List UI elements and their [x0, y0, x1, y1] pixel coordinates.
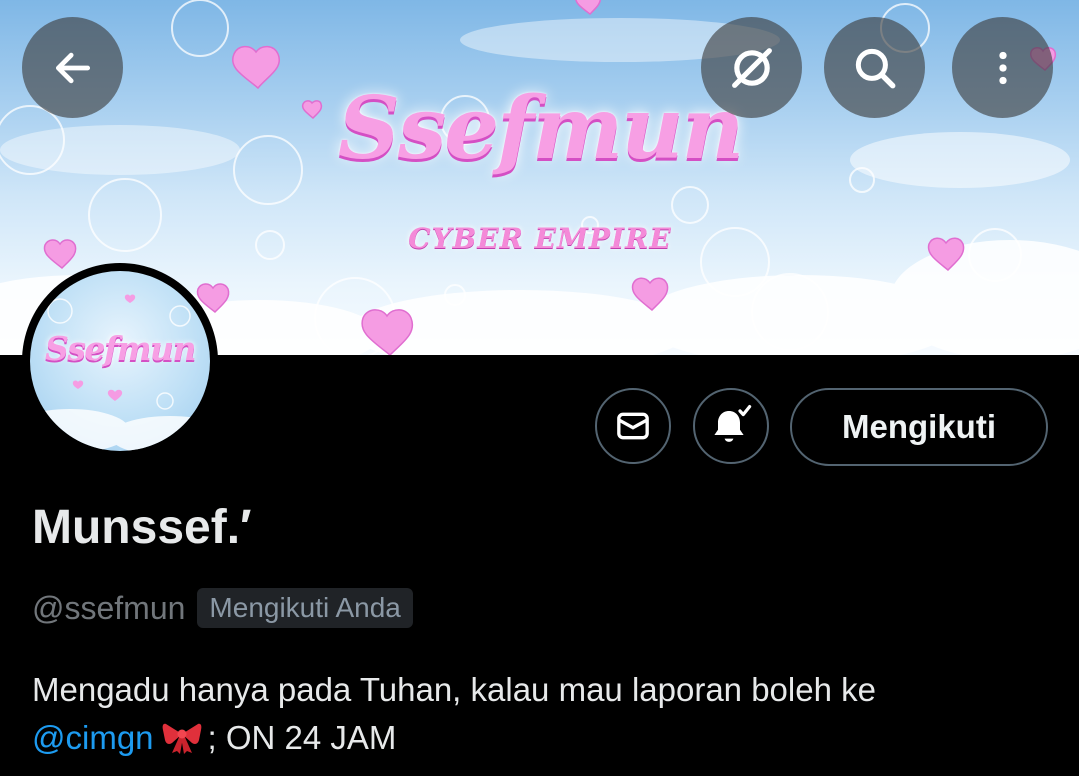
ribbon-icon	[162, 723, 201, 754]
bio-suffix: ; ON 24 JAM	[207, 719, 397, 756]
more-vertical-icon	[998, 51, 1007, 84]
back-button[interactable]	[22, 17, 123, 118]
more-options-button[interactable]	[952, 17, 1053, 118]
notifications-button[interactable]	[693, 388, 769, 464]
username-handle: @ssefmun	[32, 589, 186, 626]
avatar[interactable]: Ssefmun	[22, 263, 218, 459]
banner-subtitle: CYBER EMPIRE	[408, 222, 672, 255]
avatar-image: Ssefmun	[30, 271, 210, 451]
message-button[interactable]	[595, 388, 671, 464]
search-button[interactable]	[824, 17, 925, 118]
following-button[interactable]: Mengikuti	[790, 388, 1048, 466]
avatar-logo-text: Ssefmun	[44, 329, 197, 368]
display-name: Munssef.′	[32, 501, 252, 554]
arrow-left-icon	[55, 52, 90, 83]
bell-check-icon	[714, 405, 752, 442]
grok-button[interactable]	[701, 17, 802, 118]
search-icon	[855, 48, 895, 88]
follows-you-badge: Mengikuti Anda	[197, 588, 413, 628]
slashed-circle-icon	[731, 47, 772, 88]
profile-bio: Mengadu hanya pada Tuhan, kalau mau lapo…	[32, 666, 1052, 762]
handle-row: @ssefmun Mengikuti Anda	[32, 588, 413, 628]
bio-mention-link[interactable]: @cimgn	[32, 719, 154, 756]
bio-text: Mengadu hanya pada Tuhan, kalau mau lapo…	[32, 671, 876, 708]
envelope-icon	[617, 412, 649, 440]
